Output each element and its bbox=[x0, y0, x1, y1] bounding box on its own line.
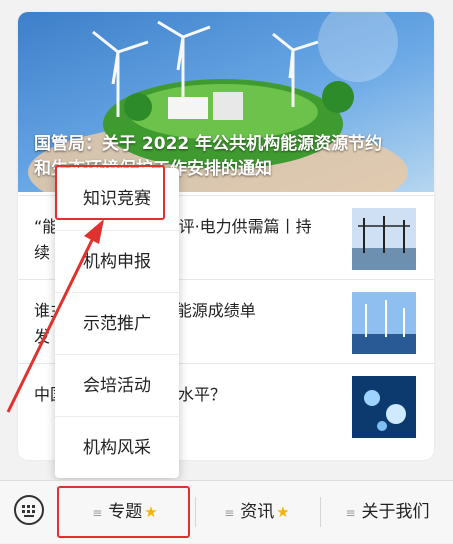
keyboard-icon[interactable] bbox=[14, 495, 44, 525]
annotation-arrow bbox=[6, 219, 104, 413]
tab-label: 资讯 bbox=[240, 502, 275, 522]
menu-lines-icon: ≡ bbox=[345, 506, 356, 520]
tab-label: 关于我们 bbox=[361, 502, 430, 522]
tab-news[interactable]: ≡ 资讯 ★ bbox=[198, 481, 316, 543]
star-icon: ★ bbox=[276, 503, 290, 521]
menu-lines-icon: ≡ bbox=[224, 506, 235, 520]
tab-divider bbox=[195, 497, 196, 527]
annotation-highlight-tab bbox=[57, 486, 190, 538]
tab-divider bbox=[320, 497, 321, 527]
tab-about-us[interactable]: ≡ 关于我们 bbox=[325, 481, 450, 543]
